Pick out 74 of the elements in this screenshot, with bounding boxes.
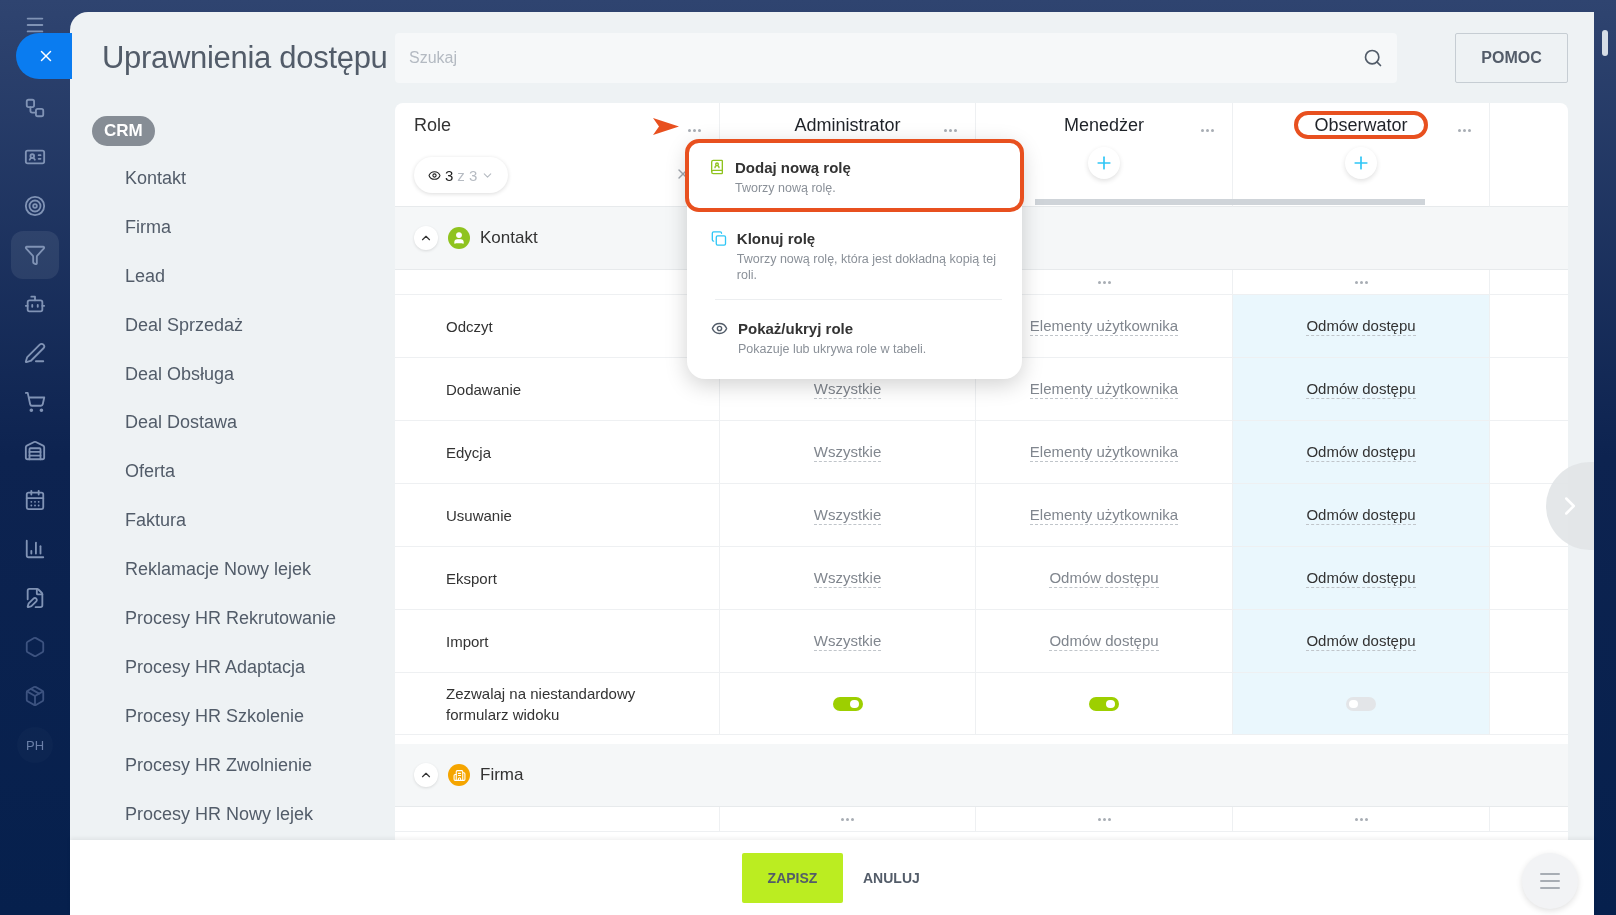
access-dropdown[interactable]: Elementy użytkownika [1029,442,1179,462]
nav-item[interactable]: Faktura [92,496,395,546]
nav-item[interactable]: Oferta [92,447,395,497]
eye-icon [428,168,441,182]
search-field[interactable]: Szukaj [395,33,1397,83]
toggle-switch[interactable] [832,696,863,711]
user-avatar[interactable]: PH [17,727,53,763]
more-icon[interactable] [841,817,854,821]
menu-button[interactable] [1522,853,1578,909]
nav-item[interactable]: Reklamacje Nowy lejek [92,545,395,594]
save-button[interactable]: ZAPISZ [742,852,843,903]
access-dropdown[interactable]: Odmów dostępu [1306,568,1416,588]
access-dropdown[interactable]: Elementy użytkownika [1029,316,1179,336]
nav-item[interactable]: Deal Obsługa [92,349,395,399]
help-button[interactable]: POMOC [1455,33,1568,83]
more-icon[interactable] [1097,817,1111,821]
permission-label: Eksport [446,568,498,589]
column-heading: Role [413,115,452,136]
search-icon[interactable] [1363,48,1383,68]
add-button[interactable] [1088,147,1120,179]
access-dropdown[interactable]: Odmów dostępu [1306,505,1416,525]
access-dropdown[interactable]: Odmów dostępu [1049,568,1159,588]
copy-icon [711,230,727,247]
permission-label: Usuwanie [446,505,513,526]
group-badge: CRM [92,116,155,146]
permission-label: Edycja [446,442,493,463]
access-dropdown[interactable]: Odmów dostępu [1306,379,1416,399]
nav-item[interactable]: Lead [92,251,395,301]
nav-item[interactable]: Procesy HR Rekrutowanie [92,594,395,643]
access-dropdown[interactable]: Odmów dostępu [1306,316,1416,336]
access-dropdown[interactable]: Elementy użytkownika [1029,505,1179,525]
nav-item[interactable]: Firma [92,202,395,252]
access-dropdown[interactable]: Wszystkie [813,568,882,588]
permission-label: Odczyt [446,316,494,337]
access-dropdown[interactable]: Odmów dostępu [1049,631,1159,651]
section-title: Firma [480,765,524,785]
close-button[interactable] [16,33,72,79]
nav-item[interactable]: Procesy HR Szkolenie [92,691,395,741]
scroll-thumb[interactable] [1602,30,1608,56]
access-dropdown[interactable]: Odmów dostępu [1306,442,1416,462]
access-dropdown[interactable]: Wszystkie [813,631,882,651]
access-dropdown[interactable]: Wszystkie [813,442,882,462]
toggle-switch[interactable] [1346,696,1376,711]
role-name: Administrator [793,113,902,137]
permission-label: Dodawanie [446,379,523,400]
nav-item[interactable]: Procesy HR Zwolnienie [92,740,395,790]
page-title: Uprawnienia dostępu [102,40,389,76]
nav-item[interactable]: Procesy HR Nowy lejek [92,789,395,839]
add-button[interactable] [1345,147,1377,179]
more-icon[interactable] [1097,280,1111,284]
more-icon[interactable] [1354,817,1368,821]
access-dropdown[interactable]: Elementy użytkownika [1029,379,1179,399]
funnel-icon[interactable] [11,231,59,279]
section-title: Kontakt [480,228,538,248]
nav-item[interactable]: Deal Dostawa [92,398,395,448]
role-filter[interactable]: 3 z 3 [414,157,509,193]
collapse-button[interactable] [414,226,438,250]
nav-item[interactable]: Deal Sprzedaż [92,300,395,350]
nav-item[interactable]: Kontakt [92,154,395,203]
eye-icon [711,320,728,337]
nav-item[interactable]: Procesy HR Adaptacja [92,642,395,692]
access-dropdown[interactable]: Odmów dostępu [1306,631,1416,651]
scroll-bar[interactable] [1035,199,1425,205]
permission-label: Zezwalaj na niestandardowy formularz widoku [446,683,637,725]
access-dropdown[interactable]: Wszystkie [813,505,882,525]
more-icon[interactable] [1354,280,1368,284]
collapse-button[interactable] [414,763,438,787]
permission-label: Import [446,631,490,652]
menu-item[interactable]: Dodaj nową rolę Tworzy nową rolę. [685,139,1024,212]
contact-book-icon [709,159,725,175]
role-name: Obserwator [1294,111,1428,139]
toggle-switch[interactable] [1089,696,1119,711]
cancel-button[interactable]: ANULUJ [863,869,920,886]
role-name: Menedżer [1062,113,1145,137]
